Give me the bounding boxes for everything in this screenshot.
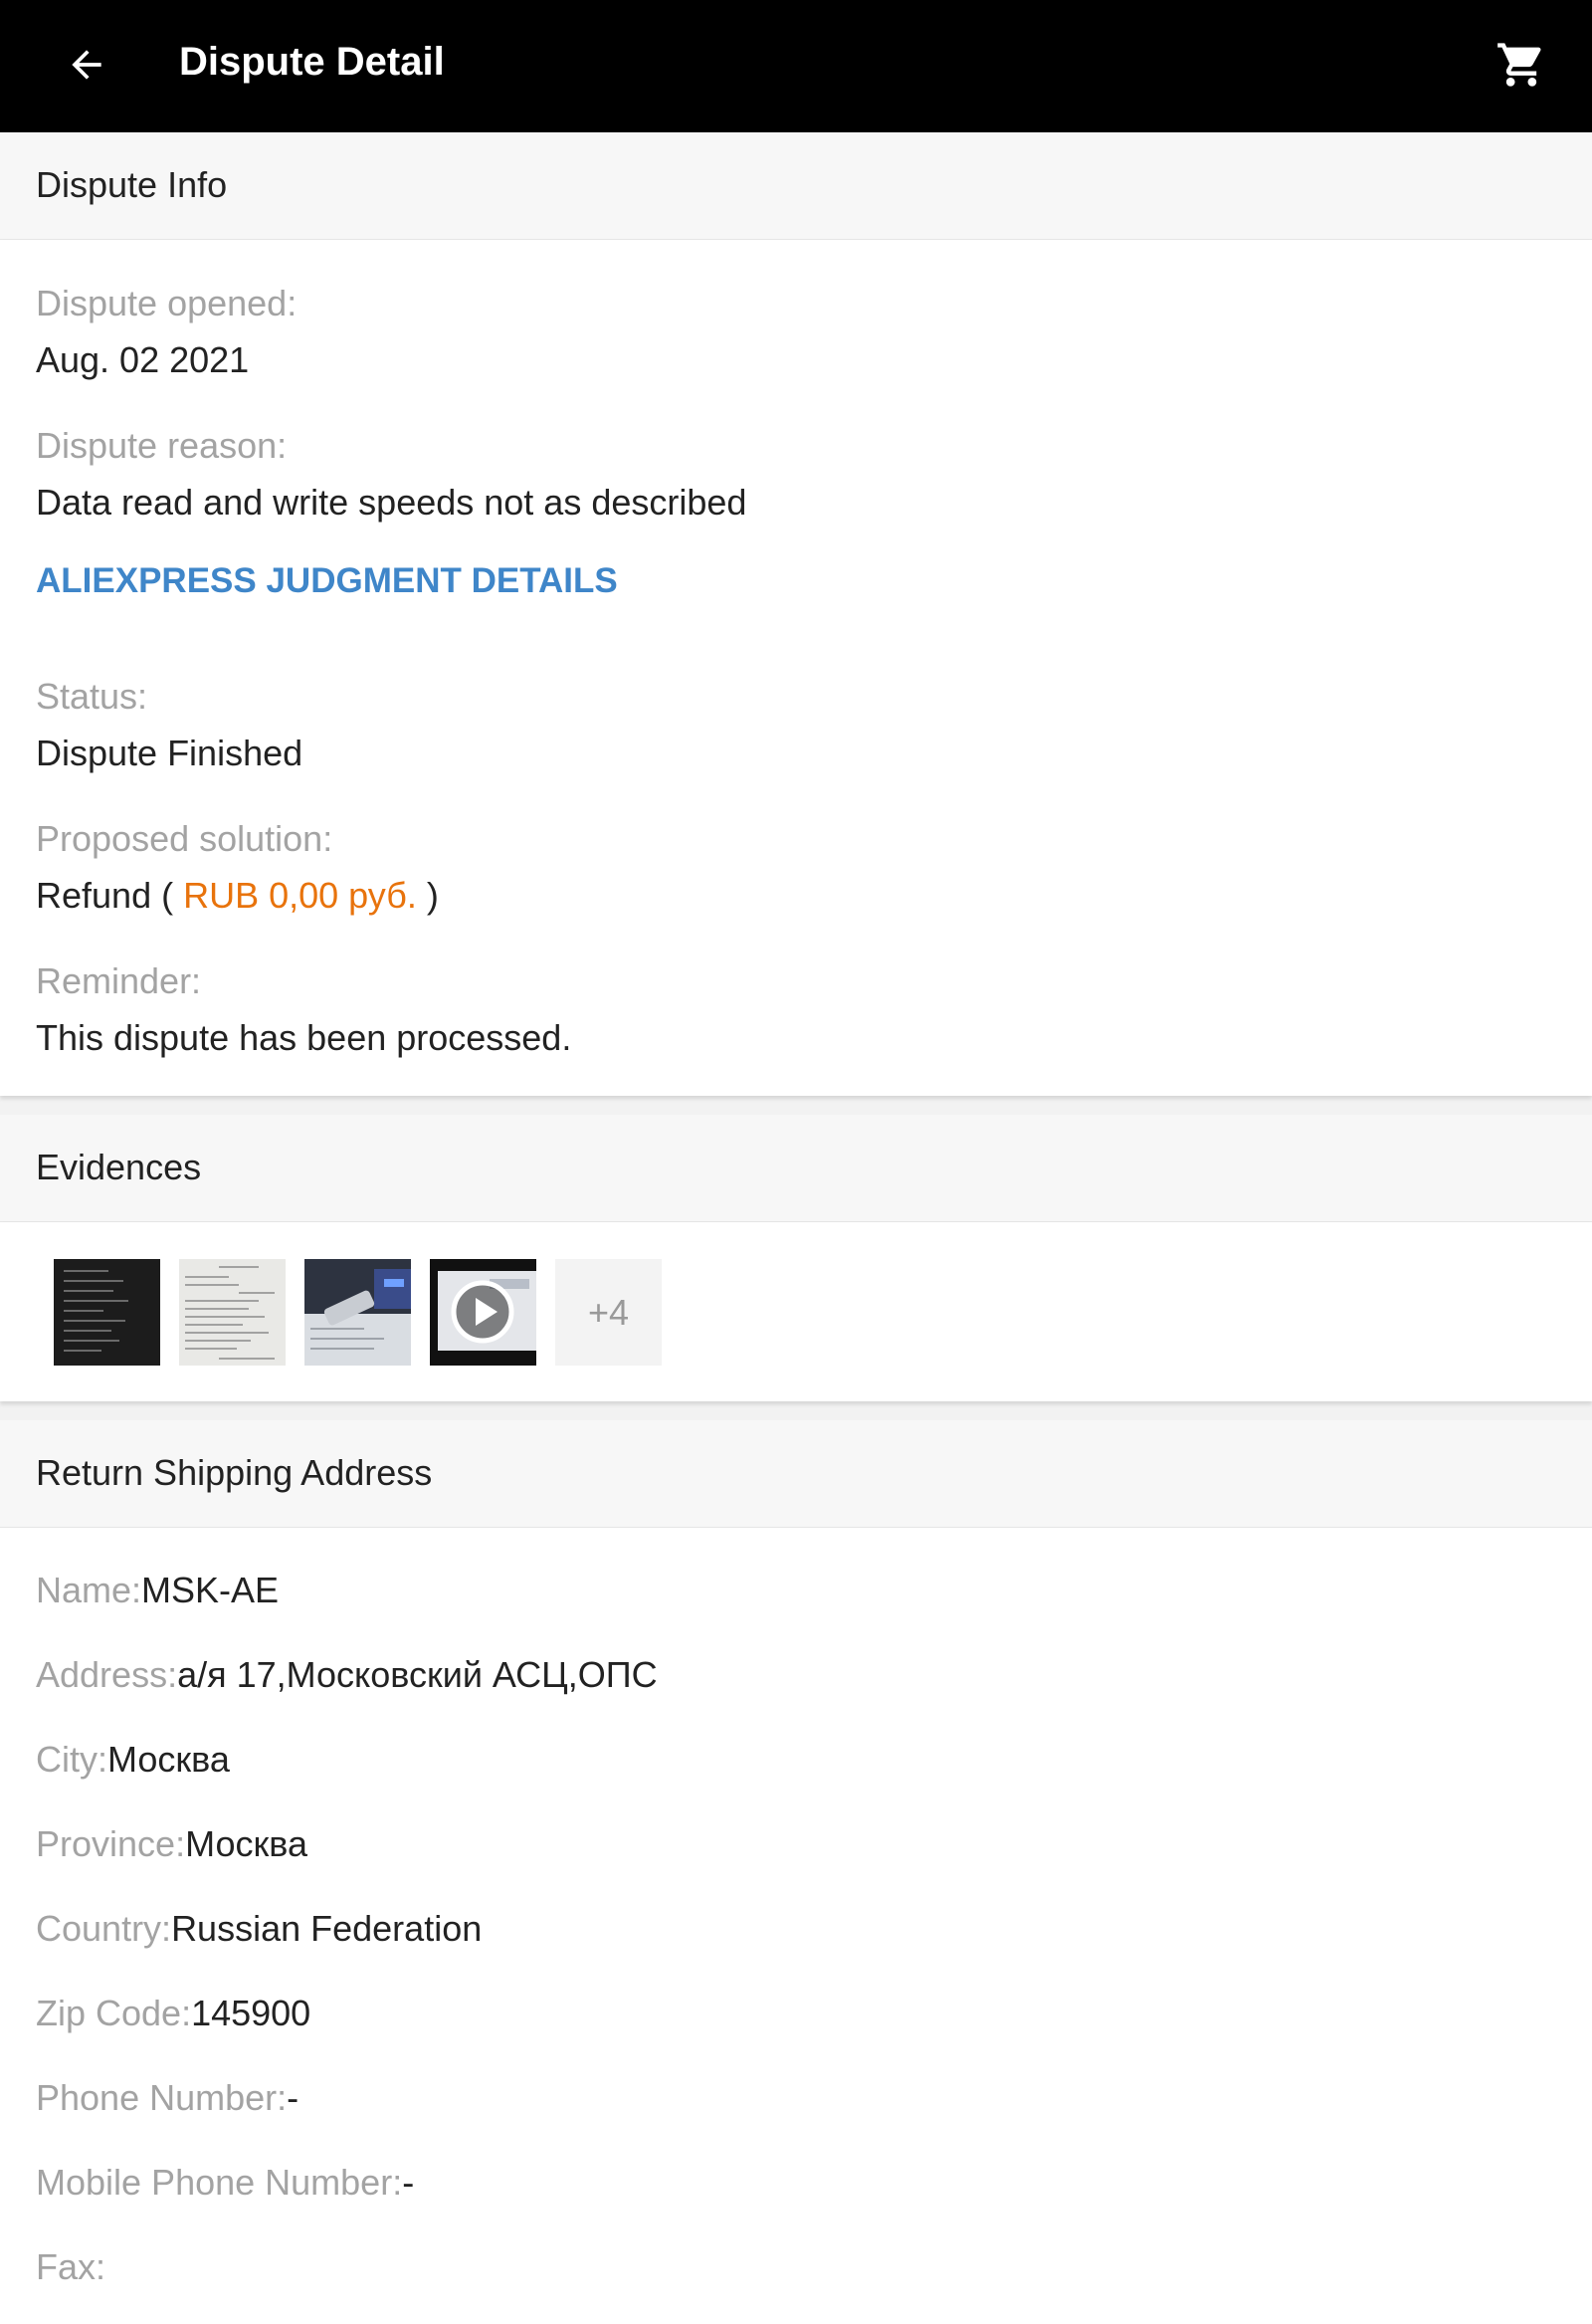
address-street-row: Address:а/я 17,Московский АСЦ,ОПС bbox=[36, 1652, 658, 1698]
evidences-header: Evidences bbox=[0, 1115, 1592, 1222]
back-button[interactable] bbox=[52, 30, 121, 100]
address-zip-row: Zip Code:145900 bbox=[36, 1991, 310, 2036]
address-key: Mobile Phone Number: bbox=[36, 2162, 403, 2203]
address-value: - bbox=[402, 2162, 415, 2203]
address-fax-row: Fax: bbox=[36, 2244, 105, 2290]
dispute-opened-label: Dispute opened: bbox=[36, 283, 298, 323]
address-country-row: Country:Russian Federation bbox=[36, 1906, 482, 1952]
section-title: Dispute Info bbox=[36, 164, 228, 205]
dispute-info-header: Dispute Info bbox=[0, 132, 1592, 240]
refund-amount: RUB 0,00 руб. bbox=[183, 875, 417, 916]
shopping-cart-icon bbox=[1497, 43, 1541, 87]
address-city-row: City:Москва bbox=[36, 1737, 230, 1783]
address-key: City: bbox=[36, 1739, 107, 1780]
evidence-image-1 bbox=[54, 1259, 160, 1366]
proposed-solution-label: Proposed solution: bbox=[36, 818, 333, 859]
address-key: Country: bbox=[36, 1908, 172, 1949]
more-evidences-count: +4 bbox=[587, 1291, 630, 1333]
address-value: 145900 bbox=[191, 1993, 311, 2033]
reminder-label: Reminder: bbox=[36, 960, 202, 1001]
app-bar: Dispute Detail bbox=[0, 0, 1592, 132]
judgment-details-link[interactable]: ALIEXPRESS JUDGMENT DETAILS bbox=[36, 558, 618, 604]
address-mobile-row: Mobile Phone Number:- bbox=[36, 2160, 414, 2206]
page-title: Dispute Detail bbox=[179, 40, 445, 84]
reminder-value: This dispute has been processed. bbox=[36, 1017, 572, 1058]
address-name-row: Name:MSK-AE bbox=[36, 1568, 279, 1613]
address-value: Москва bbox=[107, 1739, 230, 1780]
cart-button[interactable] bbox=[1487, 30, 1556, 100]
address-value: - bbox=[287, 2077, 299, 2118]
address-key: Zip Code: bbox=[36, 1993, 192, 2033]
dispute-opened-value: Aug. 02 2021 bbox=[36, 339, 250, 380]
section-title: Return Shipping Address bbox=[36, 1452, 433, 1493]
address-value: а/я 17,Московский АСЦ,ОПС bbox=[177, 1654, 658, 1695]
address-value: Russian Federation bbox=[171, 1908, 483, 1949]
address-key: Address: bbox=[36, 1654, 178, 1695]
status-label: Status: bbox=[36, 676, 148, 717]
more-evidences-button[interactable]: +4 bbox=[555, 1259, 662, 1366]
solution-suffix: ) bbox=[426, 875, 439, 916]
evidence-thumbnail[interactable] bbox=[304, 1259, 411, 1366]
dispute-reason-label: Dispute reason: bbox=[36, 425, 288, 466]
arrow-back-icon bbox=[72, 50, 101, 80]
address-phone-row: Phone Number:- bbox=[36, 2075, 298, 2121]
solution-prefix: Refund ( bbox=[36, 875, 174, 916]
evidence-thumbnail[interactable] bbox=[54, 1259, 160, 1366]
address-value: Москва bbox=[185, 1823, 307, 1864]
address-key: Fax: bbox=[36, 2246, 106, 2287]
evidence-image-2 bbox=[179, 1259, 286, 1366]
evidence-video-thumbnail[interactable] bbox=[430, 1259, 536, 1366]
section-title: Evidences bbox=[36, 1147, 202, 1187]
status-value: Dispute Finished bbox=[36, 733, 303, 773]
address-key: Name: bbox=[36, 1570, 142, 1610]
dispute-reason-value: Data read and write speeds not as descri… bbox=[36, 482, 747, 523]
address-value: MSK-AE bbox=[141, 1570, 280, 1610]
proposed-solution-value: Refund ( RUB 0,00 руб. ) bbox=[36, 873, 439, 919]
address-key: Phone Number: bbox=[36, 2077, 288, 2118]
play-icon bbox=[451, 1280, 514, 1344]
evidence-image-3 bbox=[304, 1259, 411, 1366]
address-province-row: Province:Москва bbox=[36, 1821, 307, 1867]
evidence-thumbnail[interactable] bbox=[179, 1259, 286, 1366]
address-key: Province: bbox=[36, 1823, 186, 1864]
return-address-header: Return Shipping Address bbox=[0, 1420, 1592, 1528]
